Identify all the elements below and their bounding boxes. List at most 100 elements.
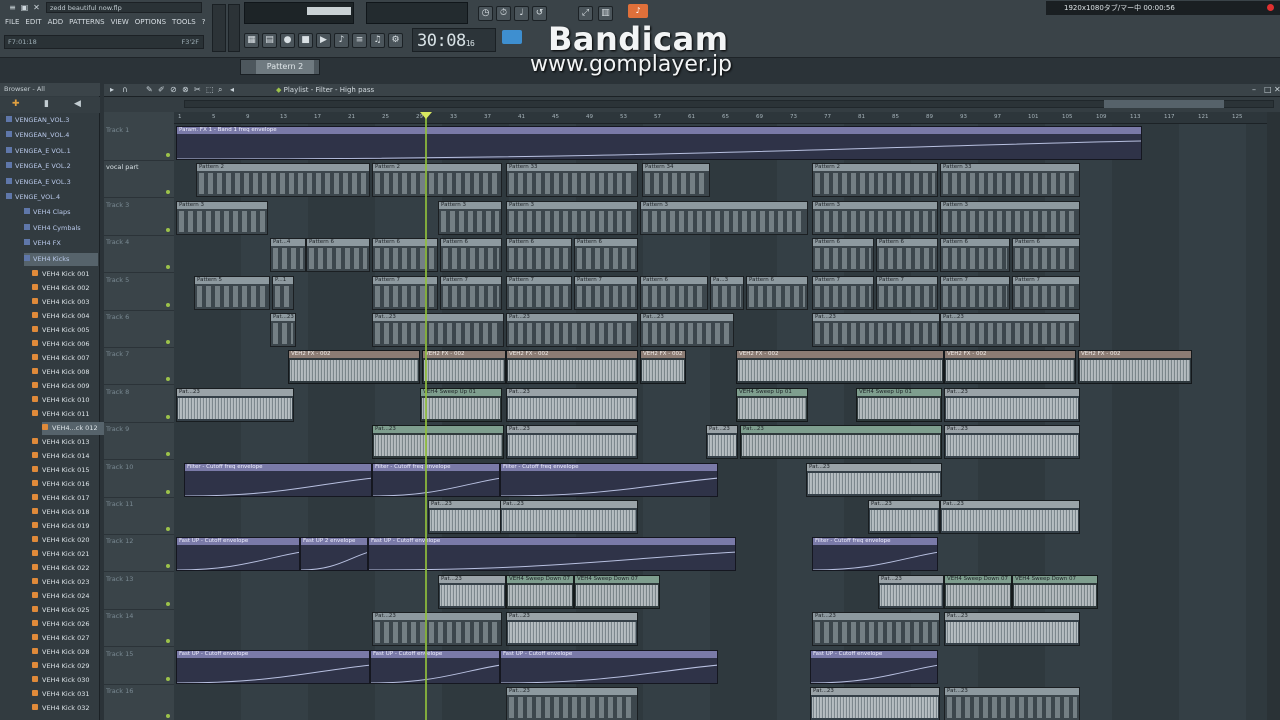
playlist-clip[interactable]: Pat...23 [372,313,504,347]
playlist-clip[interactable]: Pat...4 [270,238,306,273]
song-time-display[interactable]: 30:0816 [412,28,496,52]
track-mute-led-icon[interactable] [166,714,170,718]
browser-folder[interactable]: VENGEA_E VOL.2 [6,160,98,173]
playlist-clip[interactable]: Filter - Cutoff freq envelope [184,462,372,497]
playlist-clip[interactable]: Pat...23 [706,425,738,460]
snap-icon[interactable]: ⤢ [578,6,593,21]
browser-folder[interactable]: VENGEA_E VOL.1 [6,145,98,158]
speaker-icon[interactable]: ◂ [230,85,234,94]
playlist-clip[interactable]: Pat...23 [944,687,1080,720]
menu-edit[interactable]: EDIT [24,18,42,26]
master-volume-slider[interactable] [212,4,226,52]
browser-file[interactable]: VEH4 Kick 021 [32,548,94,561]
track-header[interactable]: Track 7 [104,348,174,386]
playlist-clip[interactable]: Pattern 3 [176,200,268,235]
playlist-clip[interactable]: Pat...23 [176,387,294,422]
draw-tool-icon[interactable]: ✎ [146,85,153,94]
browser-file[interactable]: VEH4 Kick 016 [32,478,94,491]
playlist-clip[interactable]: VEH2 FX - 002 [640,350,686,385]
playlist-clip[interactable]: Pat...23 [506,313,638,347]
playlist-clip[interactable]: Pat...23 [506,687,638,720]
track-mute-led-icon[interactable] [166,190,170,195]
playlist-clip[interactable]: Pat...23 [878,574,944,609]
playlist-clip[interactable]: Pattern 6 [574,238,638,273]
track-mute-led-icon[interactable] [166,265,170,270]
track-header[interactable]: Track 6 [104,311,174,348]
browser-file[interactable]: VEH4 Kick 023 [32,576,94,589]
playlist-clip[interactable]: Pattern 3 [812,200,938,235]
track-mute-led-icon[interactable] [166,452,170,457]
track-mute-led-icon[interactable] [166,302,170,307]
browser-folder[interactable]: VENGE_VOL.4 [6,191,98,204]
browser-file[interactable]: VEH4 Kick 031 [32,688,94,701]
browser-file[interactable]: VEH4 Kick 001 [32,268,94,281]
track-mute-led-icon[interactable] [166,153,170,157]
menu-file[interactable]: FILE [4,18,20,26]
playlist-clip[interactable]: Pattern 2 [812,163,938,198]
track-mute-led-icon[interactable] [166,601,170,606]
playlist-clip[interactable]: Pat...23 [438,574,506,609]
playlist-clip[interactable]: VEH2 FX - 002 [288,350,420,385]
playlist-clip[interactable]: Pattern 2 [196,163,370,198]
playlist-clip[interactable]: Pattern 6 [940,238,1010,273]
track-mute-led-icon[interactable] [166,527,170,531]
playlist-clip[interactable]: Pat...23 [372,612,502,647]
browser-file[interactable]: VEH4 Kick 028 [32,646,94,659]
track-mute-led-icon[interactable] [166,414,170,419]
browser-file[interactable]: VEH4 Kick 030 [32,674,94,687]
track-mute-led-icon[interactable] [166,227,170,232]
zoom-tool-icon[interactable]: ⌕ [218,85,222,95]
track-header[interactable]: Track 5 [104,274,174,311]
menu-help[interactable]: ? [201,18,207,26]
playlist-clip[interactable]: Pattern 33 [506,163,638,198]
playlist-clip[interactable]: Fast UP - Cutoff envelope [500,649,718,684]
browser-folder[interactable]: VEH4 Kicks [24,252,98,266]
playlist-view-button[interactable] [502,30,522,44]
track-header[interactable]: Track 8 [104,386,174,423]
mixer-button[interactable]: ♪ [334,33,349,48]
playlist-clip[interactable]: Pattern 7 [812,275,874,310]
menu-patterns[interactable]: PATTERNS [68,18,105,26]
vertical-scrollbar[interactable] [1267,112,1280,720]
track-header[interactable]: Track 14 [104,610,174,648]
playlist-clip[interactable]: Pat...23 [506,425,638,460]
browser-file[interactable]: VEH4 Kick 020 [32,534,94,547]
browser-file[interactable]: VEH4 Kick 027 [32,632,94,645]
browser-file[interactable]: VEH4 Kick 022 [32,562,94,575]
playlist-clip[interactable]: VEH4 Sweep Down 07 [1012,574,1098,609]
song-mode-button[interactable]: ▤ [262,33,277,48]
playlist-clip[interactable]: Filter - Cutoff freq envelope [372,462,500,497]
browser-file[interactable]: VEH4 Kick 011 [32,408,94,421]
playlist-clip[interactable]: Pat...23 [270,313,296,347]
playlist-clip[interactable]: VEH2 FX - 002 [736,350,944,385]
browser-file[interactable]: VEH4 Kick 008 [32,366,94,379]
browser-file[interactable]: VEH4 Kick 019 [32,520,94,533]
playlist-clip[interactable]: Pat...23 [640,313,734,347]
delete-tool-icon[interactable]: ⊘ [170,85,177,94]
menu-tools[interactable]: TOOLS [171,18,197,26]
channel-rack-button[interactable]: ≡ [352,33,367,48]
playlist-clip[interactable]: Pattern 3 [940,200,1080,235]
playlist-clip[interactable]: Pat...23 [740,425,942,460]
track-mute-led-icon[interactable] [166,489,170,494]
track-header[interactable]: Track 4 [104,236,174,274]
menu-add[interactable]: ADD [47,18,65,26]
pattern-mode-button[interactable]: ▦ [244,33,259,48]
track-header[interactable]: Track 13 [104,573,174,610]
playlist-clip[interactable]: Pat...23 [868,500,940,534]
browser-file[interactable]: VEH4 Kick 025 [32,604,94,617]
playlist-clip[interactable]: Pattern 2 [372,163,502,198]
track-mute-led-icon[interactable] [166,340,170,344]
playlist-clip[interactable]: Pattern 6 [876,238,938,273]
playlist-clip[interactable]: Pat...23 [812,612,940,647]
slice-tool-icon[interactable]: ✂ [194,85,201,94]
playlist-clip[interactable]: VEH2 FX - 002 [1078,350,1192,385]
browser-folder[interactable]: VEH4 FX [24,237,98,250]
playlist-clip[interactable]: Pat...23 [944,612,1080,647]
track-header[interactable]: Track 3 [104,199,174,236]
menu-options[interactable]: OPTIONS [134,18,167,26]
browser-file[interactable]: VEH4 Kick 024 [32,590,94,603]
record-button[interactable]: ● [280,33,295,48]
menu-view[interactable]: VIEW [110,18,130,26]
play-button[interactable]: ▶ [316,33,331,48]
